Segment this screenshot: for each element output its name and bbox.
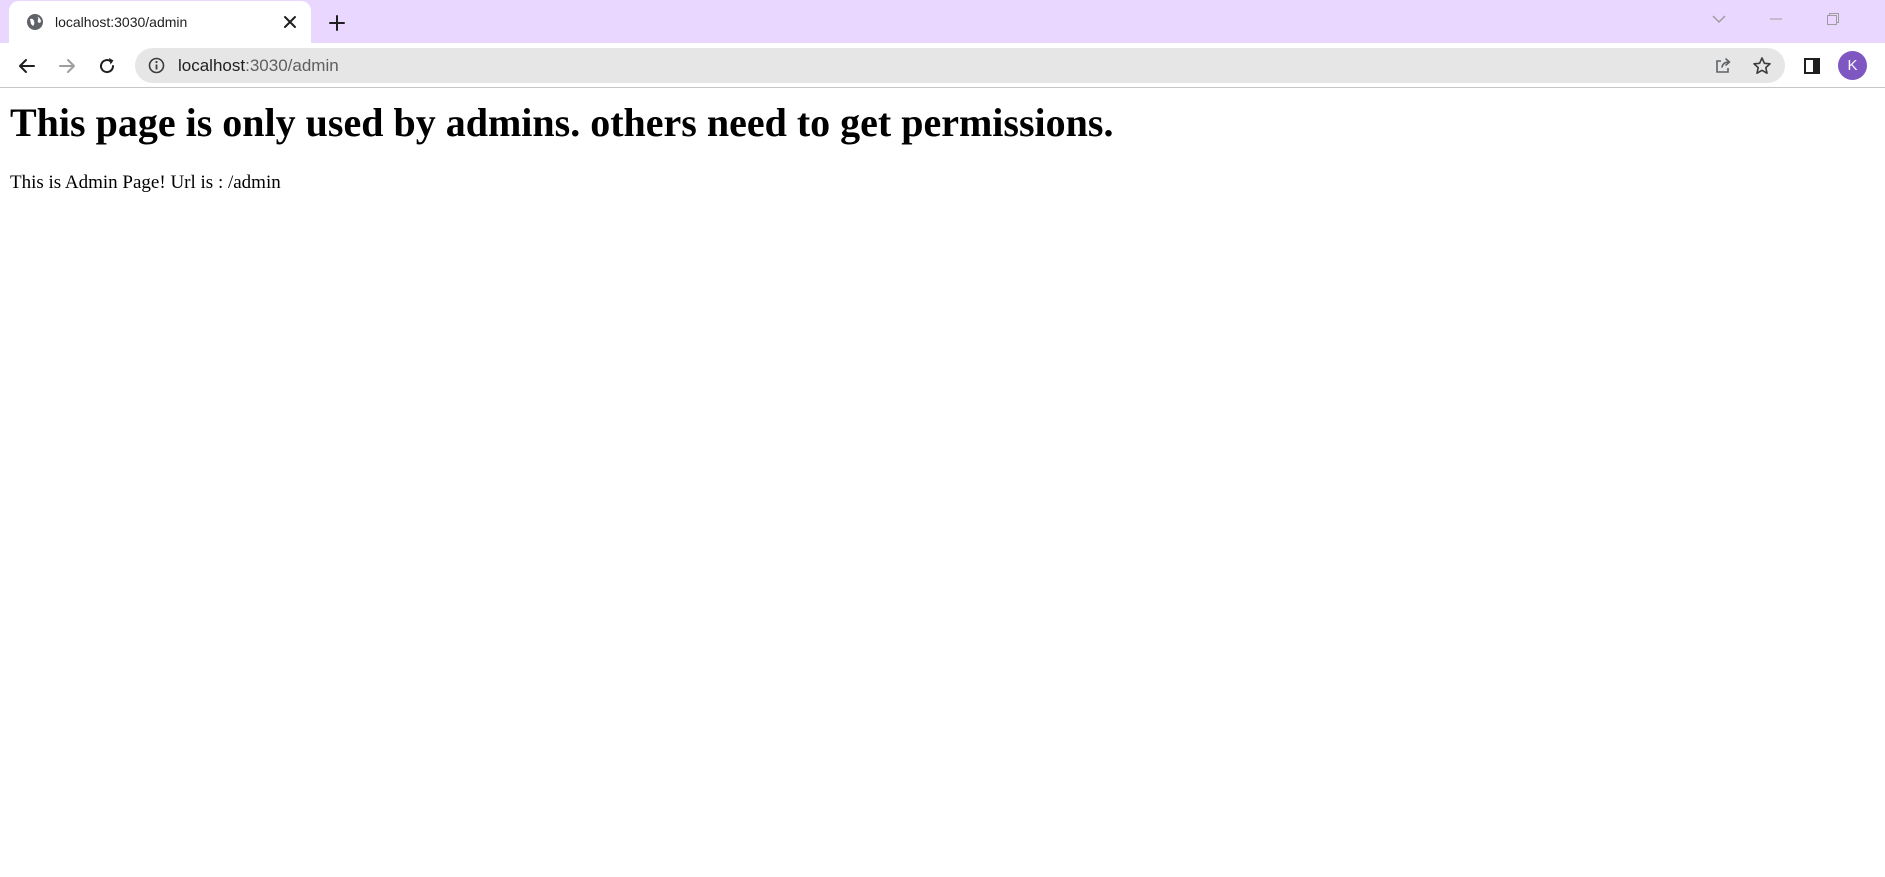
minimize-button[interactable] bbox=[1763, 8, 1789, 30]
share-icon[interactable] bbox=[1710, 53, 1735, 78]
url-path: :3030/admin bbox=[245, 56, 339, 75]
reload-icon bbox=[100, 58, 115, 74]
profile-avatar[interactable]: K bbox=[1838, 51, 1867, 80]
browser-window: localhost:3030/admin localhost:3030/admi… bbox=[0, 0, 1885, 877]
page-heading: This page is only used by admins. others… bbox=[10, 100, 1114, 145]
chevron-down-icon bbox=[1712, 15, 1726, 24]
address-bar[interactable]: localhost:3030/admin bbox=[135, 48, 1785, 83]
plus-icon bbox=[329, 15, 345, 31]
toolbar: localhost:3030/admin K bbox=[0, 43, 1885, 88]
close-icon[interactable] bbox=[281, 13, 299, 31]
minimize-icon bbox=[1770, 18, 1782, 20]
page-content: This page is only used by admins. others… bbox=[0, 89, 1885, 877]
forward-button[interactable] bbox=[52, 51, 82, 81]
back-button[interactable] bbox=[12, 51, 42, 81]
tab-active[interactable]: localhost:3030/admin bbox=[9, 1, 311, 43]
url-text[interactable]: localhost:3030/admin bbox=[178, 56, 339, 75]
arrow-left-icon bbox=[19, 59, 35, 73]
restore-button[interactable] bbox=[1820, 8, 1846, 30]
tab-search-button[interactable] bbox=[1706, 8, 1732, 30]
reload-button[interactable] bbox=[92, 51, 122, 81]
tab-title: localhost:3030/admin bbox=[55, 14, 188, 30]
tab-strip: localhost:3030/admin bbox=[0, 0, 1885, 43]
star-icon[interactable] bbox=[1749, 53, 1774, 78]
url-host: localhost bbox=[178, 56, 246, 75]
side-panel-icon bbox=[1804, 58, 1820, 74]
info-icon[interactable] bbox=[147, 56, 166, 75]
page-message: This is Admin Page! Url is : /admin bbox=[10, 172, 281, 193]
new-tab-button[interactable] bbox=[324, 10, 350, 36]
restore-icon bbox=[1827, 13, 1839, 25]
globe-icon bbox=[26, 13, 44, 31]
arrow-right-icon bbox=[59, 59, 75, 73]
side-panel-button[interactable] bbox=[1797, 51, 1827, 81]
